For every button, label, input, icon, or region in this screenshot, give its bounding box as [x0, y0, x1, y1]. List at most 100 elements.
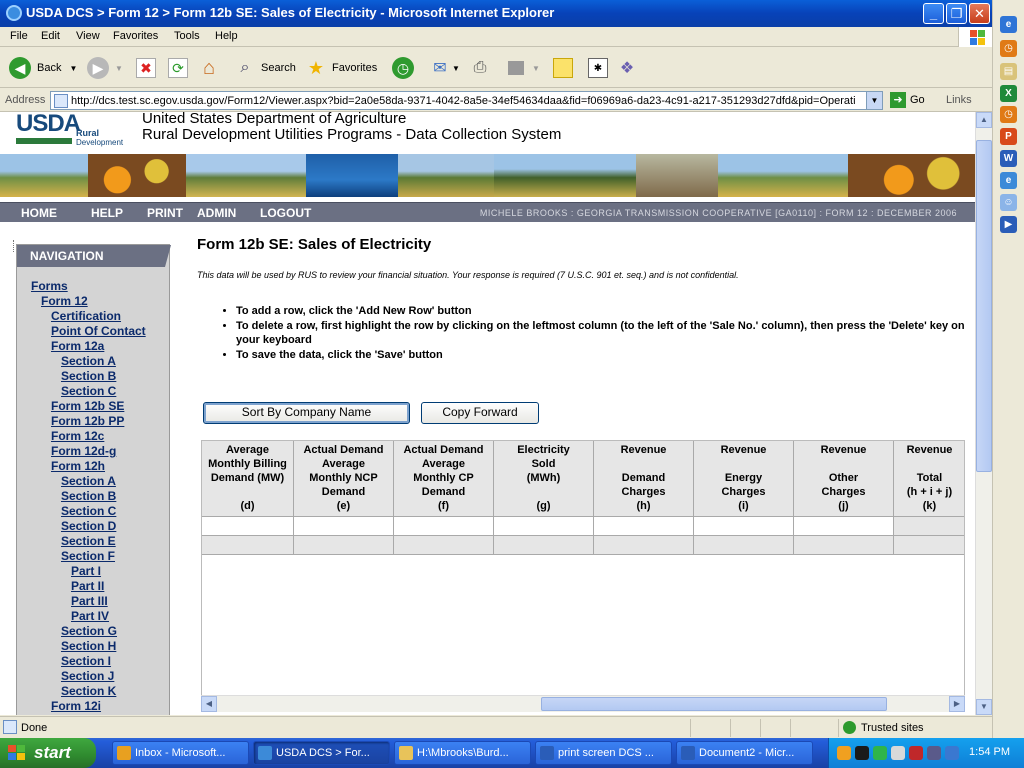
column-header[interactable]: Actual Demand Average Monthly CP Demand …	[394, 441, 494, 517]
new-row-cell[interactable]	[394, 536, 494, 555]
powerpoint-icon[interactable]: P	[1000, 128, 1017, 145]
menu-view[interactable]: View	[76, 30, 100, 42]
nav-tree-item[interactable]: Section B	[61, 489, 116, 503]
menu-favorites[interactable]: Favorites	[113, 30, 158, 42]
favorites-button[interactable]: ★ Favorites	[306, 56, 377, 80]
grid-cell[interactable]	[394, 517, 494, 536]
calendar-icon[interactable]: ◷	[1000, 106, 1017, 123]
page-vertical-scrollbar[interactable]: ▲ ▼	[975, 112, 992, 715]
nav-print[interactable]: PRINT	[147, 206, 183, 220]
new-row-cell[interactable]	[494, 536, 594, 555]
sales-grid[interactable]: Average Monthly Billing Demand (MW) (d) A…	[201, 440, 965, 702]
links-toolbar[interactable]: Links	[946, 94, 972, 106]
nav-tree-item[interactable]: Section G	[61, 624, 117, 638]
menu-tools[interactable]: Tools	[174, 30, 200, 42]
nav-tree-item[interactable]: Part III	[71, 594, 108, 608]
scroll-thumb[interactable]	[976, 140, 992, 472]
folder-icon[interactable]: ▤	[1000, 63, 1017, 80]
excel-icon[interactable]: X	[1000, 85, 1017, 102]
nav-tree-item[interactable]: Certification	[51, 309, 121, 323]
minimize-button[interactable]: _	[923, 3, 944, 24]
discuss-button[interactable]	[553, 56, 573, 80]
go-button[interactable]: ➜ Go	[890, 92, 925, 108]
nav-tree-item[interactable]: Part II	[71, 579, 104, 593]
user-icon[interactable]: ☺	[1000, 194, 1017, 211]
stop-button[interactable]: ✖	[136, 56, 156, 80]
new-row-cell[interactable]	[694, 536, 794, 555]
search-button[interactable]: ⌕ Search	[235, 56, 296, 80]
scroll-down-icon[interactable]: ▼	[976, 699, 992, 715]
nav-tree-item[interactable]: Section I	[61, 654, 111, 668]
chevron-down-icon[interactable]: ▼	[69, 64, 77, 73]
nav-logout[interactable]: LOGOUT	[260, 206, 311, 220]
nav-tree-item[interactable]: Form 12	[41, 294, 88, 308]
column-header[interactable]: Revenue Energy Charges (i)	[694, 441, 794, 517]
nav-tree-item[interactable]: Form 12b SE	[51, 399, 124, 413]
security-icon[interactable]	[927, 746, 941, 760]
close-button[interactable]: ✕	[969, 3, 990, 24]
grid-cell[interactable]	[294, 517, 394, 536]
nav-tree-item[interactable]: Section C	[61, 504, 116, 518]
scroll-up-icon[interactable]: ▲	[976, 112, 992, 128]
grid-cell[interactable]	[202, 517, 294, 536]
nav-tree-item[interactable]: Section B	[61, 369, 116, 383]
mail-button[interactable]: ✉ ▼	[430, 56, 460, 80]
nav-tree-item[interactable]: Section F	[61, 549, 115, 563]
clock-icon[interactable]	[837, 746, 851, 760]
column-header[interactable]: Revenue Other Charges (j)	[794, 441, 894, 517]
update-icon[interactable]	[945, 746, 959, 760]
clock-icon[interactable]: ◷	[1000, 40, 1017, 57]
task-word-doc2[interactable]: Document2 - Micr...	[676, 741, 813, 765]
menu-file[interactable]: File	[10, 30, 28, 42]
nav-tree-item[interactable]: Part IV	[71, 609, 109, 623]
history-button[interactable]: ◷	[392, 56, 414, 80]
nav-tree-item[interactable]: Section A	[61, 354, 116, 368]
task-outlook[interactable]: Inbox - Microsoft...	[112, 741, 249, 765]
grid-horizontal-scrollbar[interactable]: ◀ ▶	[201, 695, 965, 712]
chevron-down-icon[interactable]: ▼	[532, 64, 540, 73]
chevron-down-icon[interactable]: ▼	[452, 64, 460, 73]
start-button[interactable]: start	[0, 738, 96, 768]
nav-tree-item[interactable]: Section C	[61, 384, 116, 398]
task-explorer[interactable]: H:\Mbrooks\Burd...	[394, 741, 531, 765]
column-header[interactable]: Average Monthly Billing Demand (MW) (d)	[202, 441, 294, 517]
nav-tree-item[interactable]: Section A	[61, 474, 116, 488]
menu-help[interactable]: Help	[215, 30, 238, 42]
column-header[interactable]: Electricity Sold (MWh) (g)	[494, 441, 594, 517]
word-icon[interactable]: W	[1000, 150, 1017, 167]
window-titlebar[interactable]: USDA DCS > Form 12 > Form 12b SE: Sales …	[0, 0, 1024, 27]
chevron-down-icon[interactable]: ▼	[866, 92, 882, 109]
back-button[interactable]: ◀ Back ▼	[9, 56, 77, 80]
alert-icon[interactable]	[855, 746, 869, 760]
nav-tree-item[interactable]: Section H	[61, 639, 116, 653]
home-button[interactable]: ⌂	[199, 56, 219, 80]
nav-tree-item[interactable]: Forms	[31, 279, 68, 293]
grid-cell[interactable]	[794, 517, 894, 536]
scroll-thumb[interactable]	[541, 697, 887, 711]
nav-tree-item[interactable]: Form 12b PP	[51, 414, 124, 428]
nav-tree-item[interactable]: Form 12i	[51, 699, 101, 713]
grid-cell[interactable]	[894, 517, 964, 536]
column-header[interactable]: Revenue Total (h + i + j) (k)	[894, 441, 964, 517]
column-header[interactable]: Actual Demand Average Monthly NCP Demand…	[294, 441, 394, 517]
refresh-button[interactable]: ⟳	[168, 56, 188, 80]
nav-tree-item[interactable]: Point Of Contact	[51, 324, 146, 338]
nav-admin[interactable]: ADMIN	[197, 206, 236, 220]
nav-tree-item[interactable]: Form 12h	[51, 459, 105, 473]
nav-tree-item[interactable]: Section D	[61, 519, 116, 533]
forward-button[interactable]: ▶ ▼	[87, 56, 123, 80]
nav-tree-item[interactable]: Form 12a	[51, 339, 104, 353]
edit-button[interactable]: ▼	[508, 56, 540, 80]
scroll-left-icon[interactable]: ◀	[201, 696, 217, 712]
network-icon[interactable]	[873, 746, 887, 760]
ie-icon[interactable]: e	[1000, 16, 1017, 33]
chevron-down-icon[interactable]: ▼	[115, 64, 123, 73]
grid-cell[interactable]	[494, 517, 594, 536]
new-row-cell[interactable]	[294, 536, 394, 555]
security-zone[interactable]: Trusted sites	[843, 721, 924, 734]
print-button[interactable]: ⎙	[470, 56, 490, 80]
page-viewport[interactable]: USDA Rural Development United States Dep…	[0, 112, 975, 715]
messenger-button[interactable]: ✱	[588, 56, 608, 80]
scroll-right-icon[interactable]: ▶	[949, 696, 965, 712]
nav-tree-item[interactable]: Form 12c	[51, 429, 104, 443]
